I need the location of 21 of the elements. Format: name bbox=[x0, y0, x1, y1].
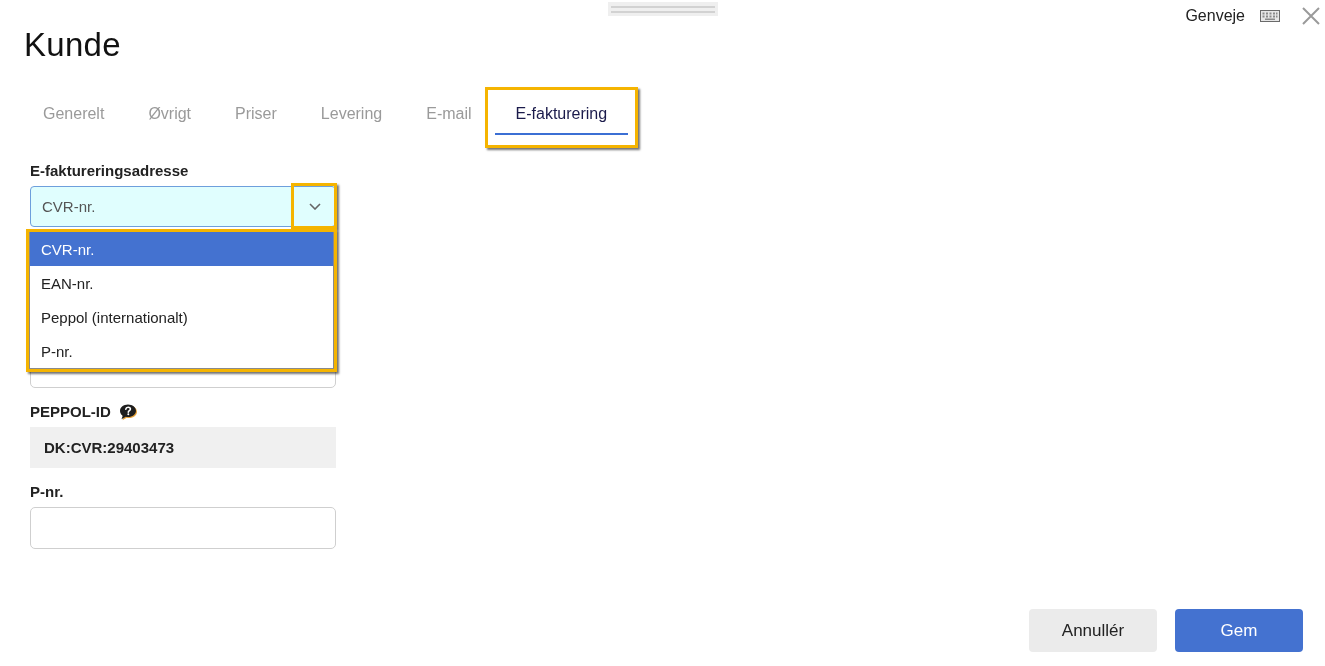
keyboard-icon bbox=[1260, 10, 1280, 22]
dropdown-option[interactable]: CVR-nr. bbox=[30, 232, 333, 266]
chevron-down-icon bbox=[309, 203, 321, 210]
dropdown-option[interactable]: P-nr. bbox=[30, 334, 333, 368]
dropdown-option[interactable]: Peppol (internationalt) bbox=[30, 300, 333, 334]
readonly-field: DK:CVR:29403473 bbox=[30, 427, 336, 468]
input-field[interactable] bbox=[30, 507, 336, 549]
select-field[interactable]: CVR-nr. bbox=[30, 186, 336, 227]
close-button[interactable] bbox=[1302, 7, 1320, 25]
cancel-button[interactable]: Annullér bbox=[1029, 609, 1157, 652]
help-icon[interactable] bbox=[118, 403, 138, 421]
close-icon bbox=[1302, 7, 1320, 25]
drag-handle[interactable] bbox=[607, 2, 718, 16]
field-label: PEPPOL-ID bbox=[30, 403, 111, 421]
save-button[interactable]: Gem bbox=[1175, 609, 1303, 652]
field-label: P-nr. bbox=[30, 483, 64, 501]
field-label: E-faktureringsadresse bbox=[30, 162, 189, 180]
page-title: Kunde bbox=[24, 26, 121, 64]
tab[interactable]: E-fakturering bbox=[494, 99, 629, 135]
dropdown-option[interactable]: EAN-nr. bbox=[30, 266, 333, 300]
shortcuts-button[interactable]: Genveje bbox=[1185, 7, 1280, 25]
